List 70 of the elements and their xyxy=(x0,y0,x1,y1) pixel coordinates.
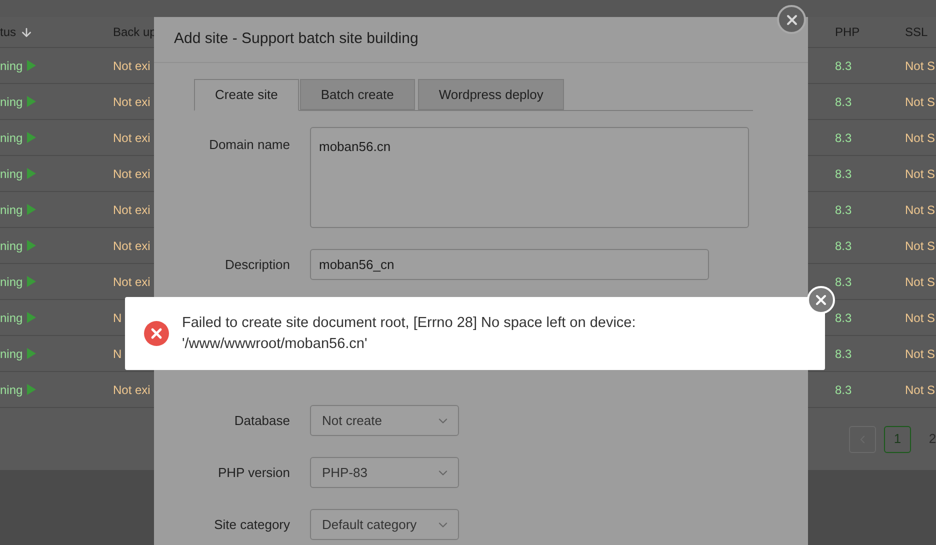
select-field[interactable]: PHP-83 xyxy=(310,457,459,488)
status-text: ning xyxy=(0,166,23,182)
status-text: ning xyxy=(0,130,23,146)
php-version: 8.3 xyxy=(835,274,852,288)
play-icon xyxy=(26,348,36,359)
php-version: 8.3 xyxy=(835,346,852,360)
tab[interactable]: Create site xyxy=(194,79,299,111)
php-version: 8.3 xyxy=(835,166,852,180)
column-header: SSL xyxy=(905,24,928,41)
select-field[interactable]: Not create xyxy=(310,405,459,436)
select-field[interactable]: Default category xyxy=(310,509,459,540)
php-version: 8.3 xyxy=(835,202,852,216)
play-icon xyxy=(26,96,36,107)
ssl-status: Not S xyxy=(905,274,936,288)
ssl-status: Not S xyxy=(905,382,936,396)
backup-status: Not exi xyxy=(113,238,150,252)
play-icon xyxy=(26,276,36,287)
column-header: tus xyxy=(0,24,16,41)
field-label: PHP version xyxy=(216,464,290,482)
php-version: 8.3 xyxy=(835,382,852,396)
column-header: PHP xyxy=(835,24,860,41)
status-text: ning xyxy=(0,382,23,398)
ssl-status: Not S xyxy=(905,94,936,108)
tab[interactable]: Wordpress deploy xyxy=(418,79,564,110)
error-message: Failed to create site document root, [Errno 28] No space left on device: '/www/wwwroot/moban56.cn' xyxy=(182,314,637,354)
field-label: Site category xyxy=(213,516,290,534)
backup-status: Not exi xyxy=(113,130,150,144)
play-icon xyxy=(26,384,36,395)
ssl-status: Not S xyxy=(905,310,936,324)
close-icon xyxy=(813,292,829,308)
php-version: 8.3 xyxy=(835,94,852,108)
status-text: ning xyxy=(0,346,23,362)
php-version: 8.3 xyxy=(835,58,852,72)
backup-status: Not exi xyxy=(113,166,150,180)
ssl-status: Not S xyxy=(905,346,936,360)
status-text: ning xyxy=(0,274,23,290)
backup-status: N xyxy=(113,310,122,324)
php-version: 8.3 xyxy=(835,238,852,252)
status-text: ning xyxy=(0,310,23,326)
input-field[interactable]: moban56_cn xyxy=(310,249,709,280)
ssl-status: Not S xyxy=(905,130,936,144)
tab[interactable]: Batch create xyxy=(300,79,415,110)
backup-status: Not exi xyxy=(113,382,150,396)
ssl-status: Not S xyxy=(905,238,936,252)
php-version: 8.3 xyxy=(835,310,852,324)
status-text: ning xyxy=(0,238,23,254)
domain-textarea[interactable]: moban56.cn xyxy=(310,127,749,228)
backup-status: Not exi xyxy=(113,202,150,216)
play-icon xyxy=(26,240,36,251)
php-version: 8.3 xyxy=(835,130,852,144)
ssl-status: Not S xyxy=(905,58,936,72)
backup-status: Not exi xyxy=(113,58,150,72)
play-icon xyxy=(26,312,36,323)
backup-status: Not exi xyxy=(113,274,150,288)
dialog-title: Add site - Support batch site building xyxy=(174,29,418,50)
ssl-status: Not S xyxy=(905,166,936,180)
field-label: Domain name xyxy=(208,136,290,154)
status-text: ning xyxy=(0,202,23,218)
play-icon xyxy=(26,60,36,71)
play-icon xyxy=(26,168,36,179)
ssl-status: Not S xyxy=(905,202,936,216)
backup-status: Not exi xyxy=(113,94,150,108)
field-label: Database xyxy=(233,412,290,430)
field-label: Description xyxy=(224,256,290,274)
play-icon xyxy=(26,204,36,215)
backup-status: N xyxy=(113,346,122,360)
status-text: ning xyxy=(0,94,23,110)
play-icon xyxy=(26,132,36,143)
error-icon xyxy=(144,321,169,346)
status-text: ning xyxy=(0,58,23,74)
